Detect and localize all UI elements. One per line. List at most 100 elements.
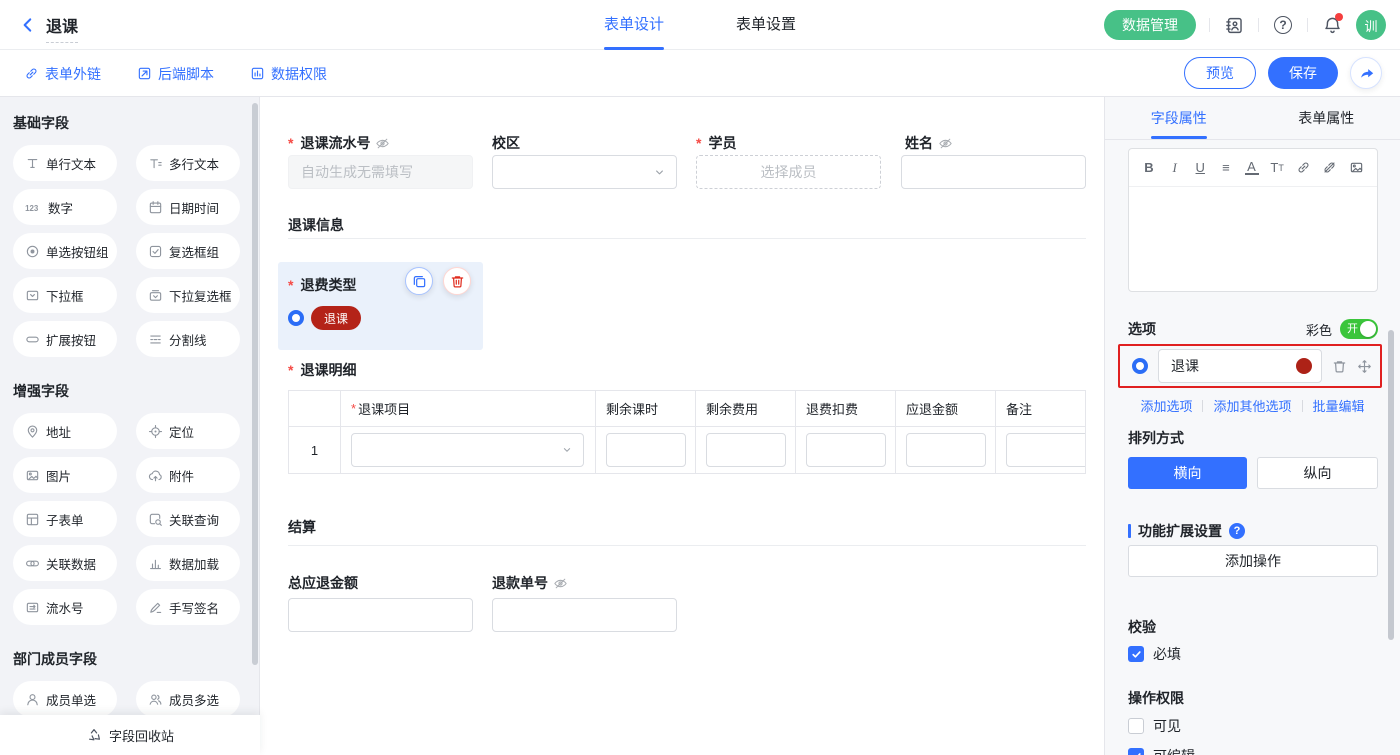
add-operation-button[interactable]: 添加操作 [1128, 545, 1378, 577]
select-icon [25, 288, 40, 303]
option-color-swatch[interactable] [1296, 358, 1312, 374]
toolbar-link[interactable]: 数据权限 [250, 64, 327, 84]
table-row-input[interactable] [606, 433, 686, 467]
option-action-link[interactable]: 批量编辑 [1313, 396, 1365, 415]
field-pill-single-line-text[interactable]: 单行文本 [13, 145, 117, 181]
unlink-icon[interactable] [1322, 160, 1337, 175]
chevron-left-icon [19, 16, 37, 34]
tab-inactive[interactable]: 表单设置 [736, 0, 796, 50]
serial-field-input[interactable]: 自动生成无需填写 [288, 155, 473, 189]
panel-scrollbar[interactable] [1388, 330, 1394, 640]
field-pill-divider[interactable]: 分割线 [136, 321, 240, 357]
delete-field-button[interactable] [443, 267, 471, 295]
recycle-icon [86, 727, 102, 743]
detail-field-label: 退课明细 [288, 360, 356, 380]
field-recycle-bin[interactable]: 字段回收站 [0, 715, 260, 755]
divider [1258, 18, 1259, 32]
form-title[interactable]: 退课 [46, 13, 78, 43]
preview-button[interactable]: 预览 [1184, 57, 1256, 89]
link-icon[interactable] [1296, 160, 1311, 175]
option-drag-handle-icon[interactable] [1357, 359, 1372, 374]
selected-field-block[interactable]: 退费类型 退课 [278, 262, 483, 350]
field-pill-serial-number[interactable]: 流水号 [13, 589, 117, 625]
checkbox-checked-icon[interactable] [1128, 748, 1144, 755]
number-icon: 123 [25, 200, 42, 215]
help-icon[interactable]: ? [1272, 14, 1294, 36]
field-pill-datetime[interactable]: 日期时间 [136, 189, 240, 225]
field-pill-locate[interactable]: 定位 [136, 413, 240, 449]
option-delete-icon[interactable] [1332, 359, 1347, 374]
tab-active[interactable]: 表单设计 [604, 0, 664, 50]
address-icon [25, 424, 40, 439]
table-row-input[interactable] [706, 433, 786, 467]
insert-image-icon[interactable] [1349, 160, 1364, 175]
toolbar-link[interactable]: 表单外链 [24, 64, 101, 84]
field-pill-image[interactable]: 图片 [13, 457, 117, 493]
italic-icon[interactable]: I [1168, 160, 1182, 176]
field-pill-subform[interactable]: 子表单 [13, 501, 117, 537]
label-rich-text-editor[interactable]: BIU ≡ A TT [1128, 148, 1378, 292]
form-canvas: 退课流水号 自动生成无需填写 校区 学员 选择成员 姓名 退课信息 退费类型 [260, 97, 1105, 755]
field-pill-multi-line-text[interactable]: 多行文本 [136, 145, 240, 181]
field-pill-radio-group[interactable]: 单选按钮组 [13, 233, 117, 269]
table-body-row: 1 [289, 427, 1085, 473]
refund-type-option-tag[interactable]: 退课 [311, 306, 361, 330]
table-row-input[interactable] [806, 433, 886, 467]
permission-checkbox-row[interactable]: 可见 [1128, 716, 1181, 736]
radio-selected-icon[interactable] [288, 310, 304, 326]
arrangement-vertical-button[interactable]: 纵向 [1257, 457, 1378, 489]
color-toggle[interactable]: 开 [1340, 319, 1378, 339]
share-button[interactable] [1350, 57, 1382, 89]
contact-book-icon[interactable] [1223, 14, 1245, 36]
field-pill-select[interactable]: 下拉框 [13, 277, 117, 313]
refund-type-option[interactable]: 退课 [288, 306, 361, 330]
toolbar-link[interactable]: 后端脚本 [137, 64, 214, 84]
field-pill-data-load[interactable]: 数据加载 [136, 545, 240, 581]
total-refund-input[interactable] [288, 598, 473, 632]
notification-bell-icon[interactable] [1321, 14, 1343, 36]
option-text-input[interactable]: 退课 [1158, 349, 1322, 383]
option-radio-icon[interactable] [1132, 358, 1148, 374]
student-member-picker[interactable]: 选择成员 [696, 155, 881, 189]
panel-tab-active[interactable]: 字段属性 [1105, 97, 1253, 139]
field-pill-member-single[interactable]: 成员单选 [13, 681, 117, 717]
field-pill-checkbox-group[interactable]: 复选框组 [136, 233, 240, 269]
arrangement-horizontal-button[interactable]: 横向 [1128, 457, 1247, 489]
font-size-icon[interactable]: TT [1270, 160, 1284, 175]
table-row-input[interactable] [1006, 433, 1086, 467]
table-row-select[interactable] [351, 433, 584, 467]
chevron-down-icon [561, 444, 573, 456]
field-pill-attachment[interactable]: 附件 [136, 457, 240, 493]
field-pill-lookup[interactable]: 关联查询 [136, 501, 240, 537]
back-button[interactable] [16, 13, 40, 37]
panel-tab-inactive[interactable]: 表单属性 [1253, 97, 1400, 139]
copy-field-button[interactable] [405, 267, 433, 295]
field-pill-linked-data[interactable]: 关联数据 [13, 545, 117, 581]
checkbox-unchecked-icon[interactable] [1128, 718, 1144, 734]
rich-text-toolbar: BIU ≡ A TT [1129, 149, 1377, 187]
data-manage-button[interactable]: 数据管理 [1104, 10, 1196, 40]
refund-no-input[interactable] [492, 598, 677, 632]
avatar[interactable]: 训 [1356, 10, 1386, 40]
option-action-link[interactable]: 添加选项 [1140, 396, 1192, 415]
campus-select[interactable] [492, 155, 677, 189]
permission-checkbox-row[interactable]: 可编辑 [1128, 746, 1195, 755]
align-icon[interactable]: ≡ [1219, 160, 1233, 175]
required-checkbox-row[interactable]: 必填 [1128, 644, 1181, 664]
name-field-input[interactable] [901, 155, 1086, 189]
field-pill-member-multi[interactable]: 成员多选 [136, 681, 240, 717]
sidebar-scrollbar[interactable] [252, 103, 258, 665]
field-pill-address[interactable]: 地址 [13, 413, 117, 449]
table-row-input[interactable] [906, 433, 986, 467]
field-pill-number[interactable]: 123数字 [13, 189, 117, 225]
help-question-icon[interactable]: ? [1229, 523, 1245, 539]
option-action-link[interactable]: 添加其他选项 [1213, 396, 1291, 415]
save-button[interactable]: 保存 [1268, 57, 1338, 89]
font-color-icon[interactable]: A [1245, 160, 1259, 175]
bold-icon[interactable]: B [1142, 160, 1156, 175]
underline-icon[interactable]: U [1193, 160, 1207, 175]
field-pill-signature[interactable]: 手写签名 [136, 589, 240, 625]
checkbox-checked-icon[interactable] [1128, 646, 1144, 662]
field-pill-multi-select[interactable]: 下拉复选框 [136, 277, 240, 313]
field-pill-extend-button[interactable]: 扩展按钮 [13, 321, 117, 357]
